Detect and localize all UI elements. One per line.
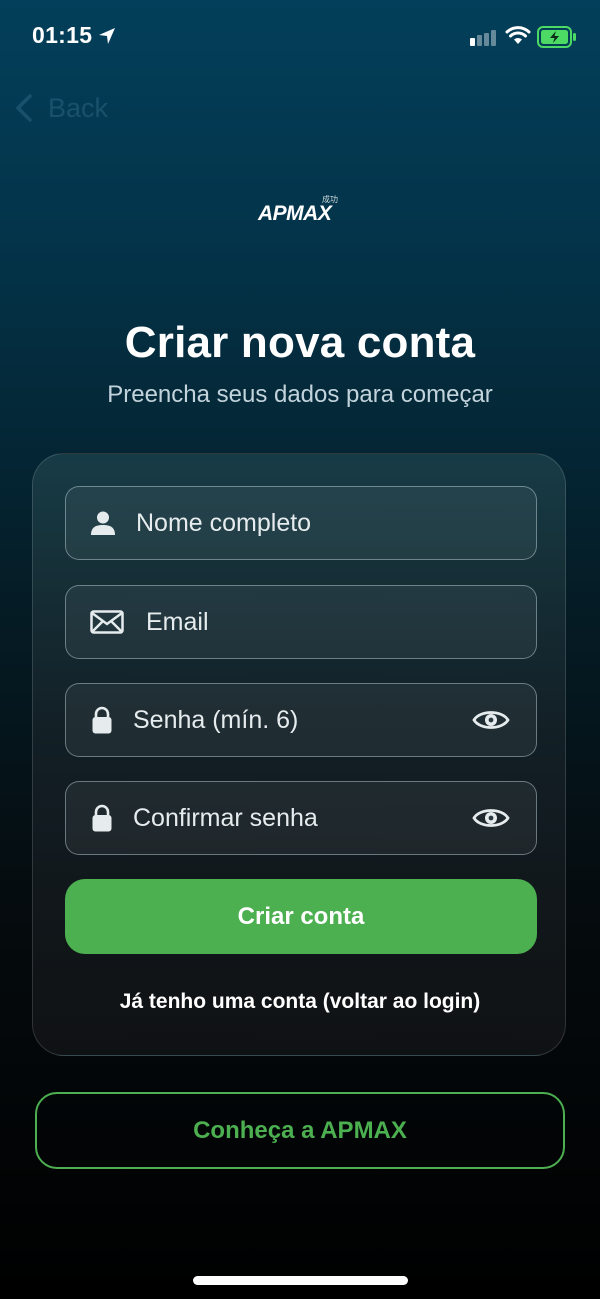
confirm-password-field[interactable]: Confirmar senha bbox=[65, 781, 537, 855]
home-indicator[interactable] bbox=[193, 1276, 408, 1285]
eye-icon[interactable] bbox=[472, 707, 510, 733]
logo-superscript: 成功 bbox=[322, 195, 338, 204]
chevron-left-icon bbox=[16, 94, 32, 122]
discover-apmax-button[interactable]: Conheça a APMAX bbox=[35, 1092, 565, 1169]
location-arrow-icon bbox=[99, 28, 115, 44]
password-field[interactable]: Senha (mín. 6) bbox=[65, 683, 537, 757]
confirm-password-placeholder: Confirmar senha bbox=[133, 803, 318, 832]
full-name-field[interactable]: Nome completo bbox=[65, 486, 537, 560]
back-button[interactable]: Back bbox=[14, 88, 108, 128]
envelope-icon bbox=[90, 610, 124, 634]
signal-icon bbox=[470, 30, 496, 46]
person-icon bbox=[91, 511, 115, 535]
back-label: Back bbox=[48, 92, 109, 123]
apmax-logo: APMAX 成功 bbox=[240, 186, 360, 266]
password-placeholder: Senha (mín. 6) bbox=[133, 705, 299, 734]
status-time: 01:15 bbox=[32, 22, 93, 48]
lock-icon bbox=[92, 706, 112, 734]
wifi-icon bbox=[505, 26, 531, 44]
status-bar: 01:15 bbox=[0, 0, 600, 76]
signup-form-card: Nome completo Email Senha (mín. 6) Confi… bbox=[32, 453, 566, 1056]
battery-charging-icon bbox=[537, 26, 576, 48]
back-to-login-link[interactable]: Já tenho uma conta (voltar ao login) bbox=[33, 990, 567, 1014]
lock-icon bbox=[92, 804, 112, 832]
page-subtitle: Preencha seus dados para começar bbox=[107, 381, 493, 408]
page-title: Criar nova conta bbox=[124, 318, 476, 367]
email-field[interactable]: Email bbox=[65, 585, 537, 659]
create-account-button[interactable]: Criar conta bbox=[65, 879, 537, 954]
logo-text: APMAX bbox=[258, 202, 332, 225]
email-placeholder: Email bbox=[146, 607, 209, 636]
eye-icon[interactable] bbox=[472, 805, 510, 831]
full-name-placeholder: Nome completo bbox=[136, 508, 312, 537]
